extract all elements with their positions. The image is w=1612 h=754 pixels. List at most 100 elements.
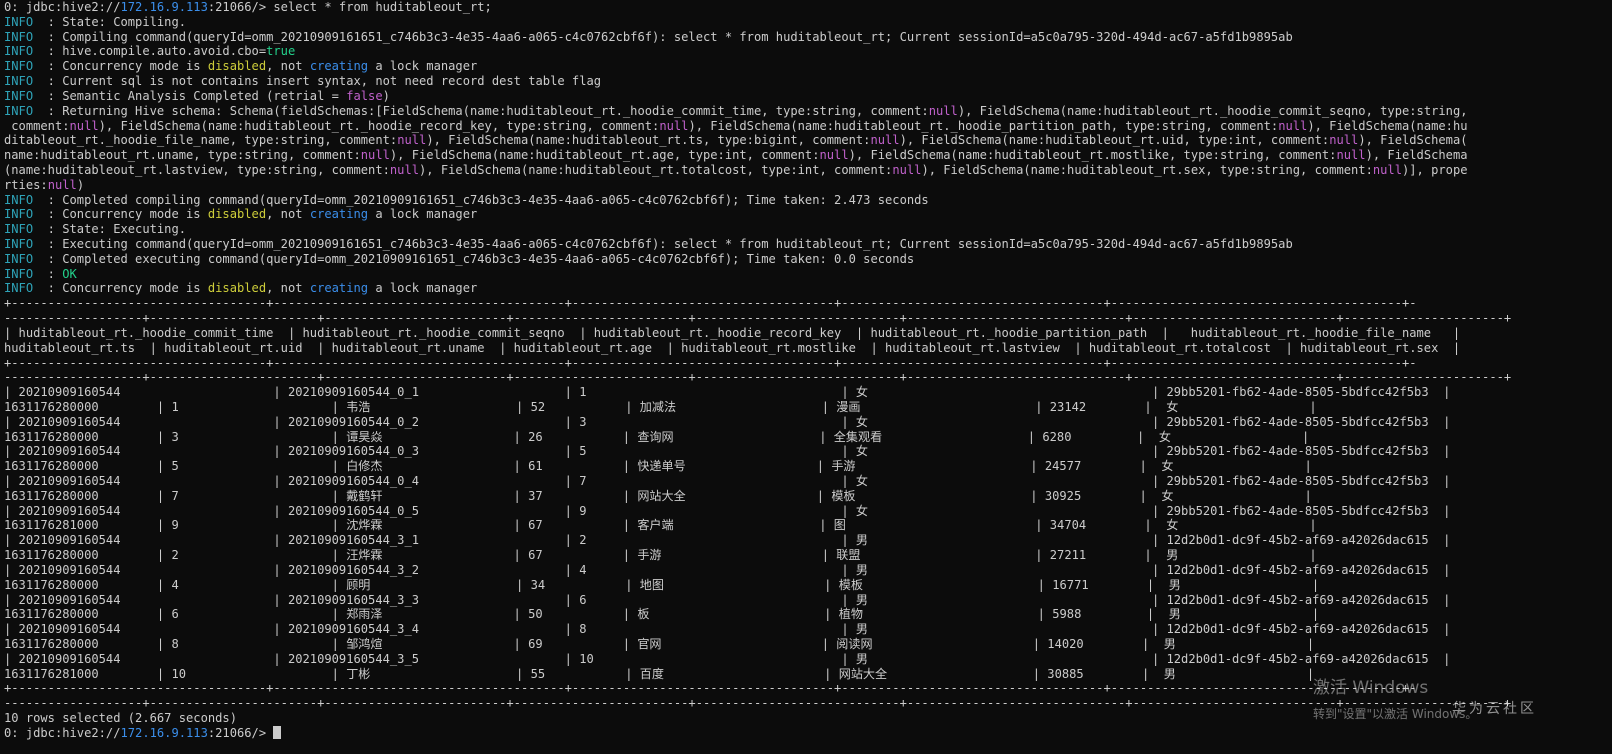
terminal-text: INFO: [4, 88, 34, 103]
terminal-text: name:huditableout_rt.uname, type:string,…: [4, 148, 361, 163]
terminal-text: INFO: [4, 281, 34, 296]
terminal-line: | 20210909160544 | 20210909160544_0_3 | …: [4, 444, 1608, 459]
terminal-text: 1631176280000 | 3 | 谭昊焱 | 26 | 查询网 | 全集观…: [4, 429, 1310, 444]
terminal-text: disabled: [207, 207, 267, 222]
terminal-text: huditableout_rt.ts | huditableout_rt.uid…: [4, 340, 1461, 355]
terminal-line: INFO : OK: [4, 267, 1608, 282]
terminal-line: | 20210909160544 | 20210909160544_0_1 | …: [4, 385, 1608, 400]
terminal-text: :: [33, 266, 63, 281]
terminal-text: 1631176280000 | 8 | 邹鸿煊 | 69 | 官网 | 阅读网 …: [4, 636, 1315, 651]
terminal-text: 1631176280000 | 7 | 戴鹤轩 | 37 | 网站大全 | 模板…: [4, 488, 1312, 503]
terminal-text: | 20210909160544 | 20210909160544_3_5 | …: [4, 651, 1451, 666]
terminal-text: 1631176280000 | 6 | 郑雨泽 | 50 | 板 | 植物 | …: [4, 607, 1320, 622]
terminal-text: disabled: [207, 59, 267, 74]
terminal-text: , not: [266, 207, 310, 222]
terminal-text: : Semantic Analysis Completed (retrial =: [33, 88, 347, 103]
terminal-text: ), FieldSchema(name:hu: [1307, 118, 1468, 133]
terminal-text: INFO: [4, 266, 34, 281]
terminal-text: | 20210909160544 | 20210909160544_0_3 | …: [4, 444, 1451, 459]
terminal-line: ditableout_rt._hoodie_file_name, type:st…: [4, 133, 1608, 148]
terminal-text: INFO: [4, 103, 34, 118]
terminal-text: ), FieldSchema(name:huditableout_rt.ts, …: [426, 133, 871, 148]
terminal-window[interactable]: 0: jdbc:hive2://172.16.9.113:21066/> sel…: [0, 0, 1612, 754]
terminal-line: 1631176280000 | 7 | 戴鹤轩 | 37 | 网站大全 | 模板…: [4, 489, 1608, 504]
terminal-text: : Completed compiling command(queryId=om…: [33, 192, 929, 207]
terminal-text: 1631176280000 | 2 | 汪烨霖 | 67 | 手游 | 联盟 |…: [4, 548, 1317, 563]
terminal-line: 1631176280000 | 2 | 汪烨霖 | 67 | 手游 | 联盟 |…: [4, 548, 1608, 563]
terminal-text: creating: [309, 207, 369, 222]
terminal-text: : hive.compile.auto.avoid.cbo=: [33, 44, 267, 59]
terminal-text: ): [382, 88, 390, 103]
terminal-text: 0: jdbc:hive2://: [4, 0, 121, 14]
terminal-line: 1631176280000 | 5 | 白修杰 | 61 | 快递单号 | 手游…: [4, 459, 1608, 474]
terminal-line: INFO : Completed executing command(query…: [4, 252, 1608, 267]
terminal-text: | 20210909160544 | 20210909160544_3_2 | …: [4, 562, 1451, 577]
terminal-line: | 20210909160544 | 20210909160544_3_1 | …: [4, 533, 1608, 548]
terminal-text: null: [1372, 162, 1402, 177]
terminal-text: INFO: [4, 44, 34, 59]
terminal-text: null: [1278, 118, 1308, 133]
terminal-text: +-----------------------------------+---…: [4, 296, 1417, 311]
terminal-line: 1631176280000 | 4 | 顾明 | 34 | 地图 | 模板 | …: [4, 578, 1608, 593]
terminal-line: huditableout_rt.ts | huditableout_rt.uid…: [4, 341, 1608, 356]
terminal-line: INFO : hive.compile.auto.avoid.cbo=true: [4, 44, 1608, 59]
terminal-line: -------------------+--------------------…: [4, 311, 1608, 326]
terminal-line: name:huditableout_rt.uname, type:string,…: [4, 148, 1608, 163]
terminal-line: -------------------+--------------------…: [4, 370, 1608, 385]
terminal-text: | 20210909160544 | 20210909160544_0_4 | …: [4, 474, 1451, 488]
terminal-text: creating: [309, 59, 369, 74]
terminal-line: INFO : Concurrency mode is disabled, not…: [4, 59, 1608, 74]
terminal-text: null: [47, 177, 77, 192]
terminal-text: disabled: [207, 281, 267, 296]
terminal-text: ditableout_rt._hoodie_file_name, type:st…: [4, 133, 398, 148]
terminal-line: INFO : Returning Hive schema: Schema(fie…: [4, 104, 1608, 119]
text-cursor[interactable]: [273, 725, 282, 739]
terminal-text: , not: [266, 59, 310, 74]
terminal-text: 10 rows selected (2.667 seconds): [4, 711, 237, 725]
terminal-text: INFO: [4, 192, 34, 207]
terminal-text: ), FieldSchema(name:huditableout_rt.tota…: [419, 162, 893, 177]
terminal-text: ), FieldSchema(name:huditableout_rt.uid,…: [899, 133, 1330, 148]
terminal-text: null: [1336, 148, 1366, 163]
terminal-text: (name:huditableout_rt.lastview, type:str…: [4, 162, 390, 177]
terminal-text: false: [346, 88, 383, 103]
terminal-text: rties:: [4, 177, 48, 192]
terminal-text: null: [1329, 133, 1359, 148]
terminal-text: ), FieldSchema(name:huditableout_rt._hoo…: [688, 118, 1279, 133]
terminal-text: INFO: [4, 237, 34, 251]
terminal-text: : Executing command(queryId=omm_20210909…: [33, 237, 1293, 251]
terminal-text: INFO: [4, 74, 34, 89]
terminal-text: 1631176281000 | 10 | 丁彬 | 55 | 百度 | 网站大全…: [4, 666, 1315, 681]
terminal-text: | 20210909160544 | 20210909160544_3_3 | …: [4, 592, 1451, 607]
terminal-text: ), FieldSchema(name:huditableout_rt.sex,…: [921, 162, 1373, 177]
terminal-text: ): [76, 177, 85, 192]
terminal-line: INFO : Current sql is not contains inser…: [4, 74, 1608, 89]
terminal-text: INFO: [4, 251, 34, 266]
terminal-text: ), FieldSchema(name:huditableout_rt._hoo…: [98, 118, 660, 133]
terminal-text: : Returning Hive schema: Schema(fieldSch…: [33, 103, 929, 118]
terminal-text: null: [397, 133, 427, 148]
terminal-line: INFO : Concurrency mode is disabled, not…: [4, 207, 1608, 222]
watermark-title: 激活 Windows: [1313, 678, 1429, 698]
terminal-line: INFO : Concurrency mode is disabled, not…: [4, 281, 1608, 296]
terminal-line: | 20210909160544 | 20210909160544_0_5 | …: [4, 504, 1608, 519]
terminal-text: 1631176281000 | 9 | 沈烨霖 | 67 | 客户端 | 图 |…: [4, 518, 1317, 533]
terminal-text: 0: jdbc:hive2://: [4, 725, 121, 740]
terminal-text: | 20210909160544 | 20210909160544_0_2 | …: [4, 414, 1451, 429]
terminal-line: rties:null): [4, 178, 1608, 193]
terminal-line: INFO : Compiling command(queryId=omm_202…: [4, 30, 1608, 45]
terminal-text: | huditableout_rt._hoodie_commit_time | …: [4, 325, 1461, 340]
terminal-line: | 20210909160544 | 20210909160544_3_3 | …: [4, 593, 1608, 608]
terminal-line: INFO : State: Compiling.: [4, 15, 1608, 30]
terminal-text: | 20210909160544 | 20210909160544_3_1 | …: [4, 533, 1451, 548]
terminal-text: null: [819, 148, 849, 163]
terminal-text: )], prope: [1402, 162, 1468, 177]
terminal-line: 1631176280000 | 3 | 谭昊焱 | 26 | 查询网 | 全集观…: [4, 430, 1608, 445]
terminal-text: , not: [266, 281, 310, 296]
terminal-line: | 20210909160544 | 20210909160544_0_2 | …: [4, 415, 1608, 430]
terminal-text: null: [360, 148, 390, 163]
terminal-text: 172.16.9.113: [120, 725, 208, 740]
terminal-text: :21066/>: [207, 725, 274, 740]
terminal-text: | 20210909160544 | 20210909160544_0_1 | …: [4, 385, 1451, 400]
terminal-text: | 20210909160544 | 20210909160544_3_4 | …: [4, 622, 1451, 637]
